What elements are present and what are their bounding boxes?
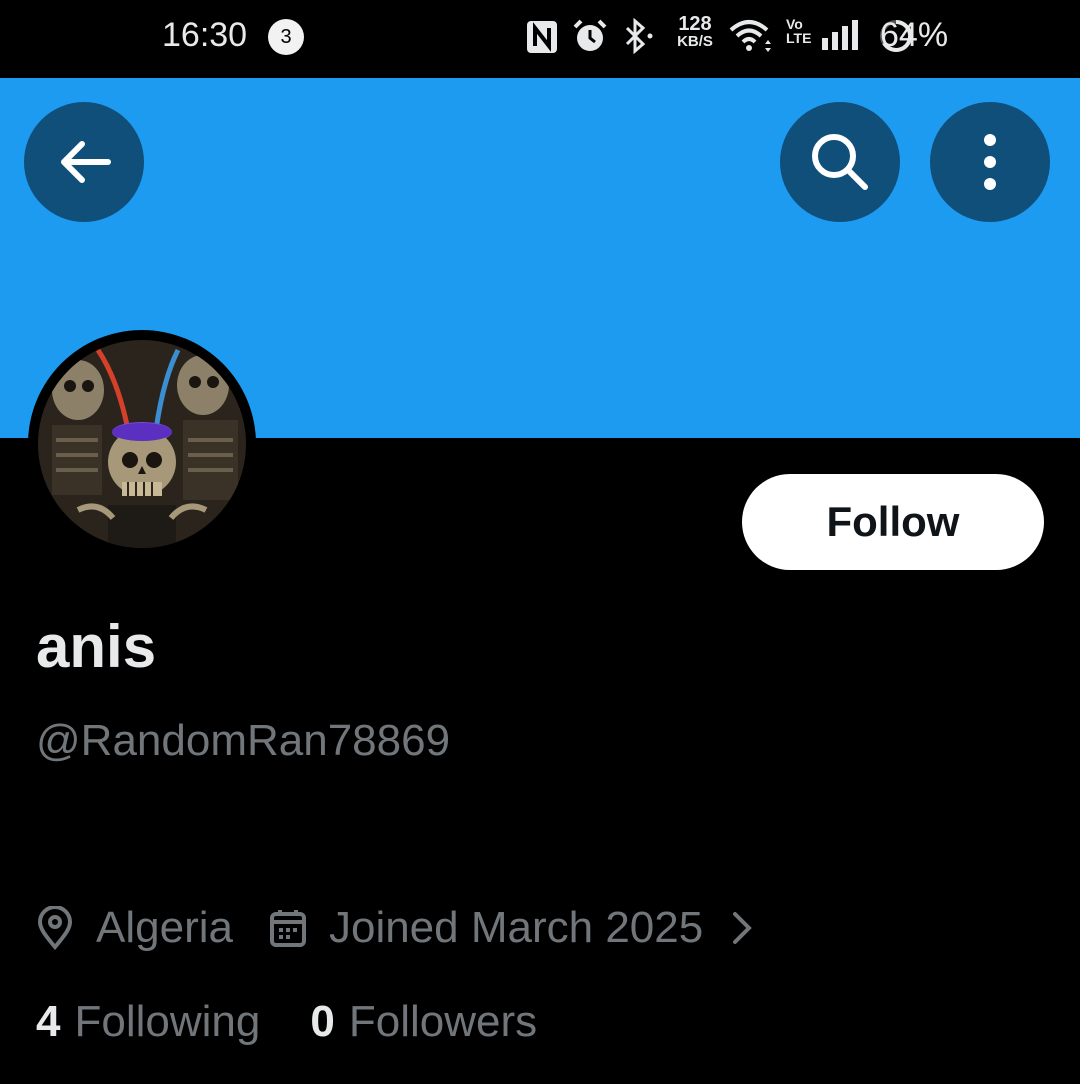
status-icons: 128 KB/S Vo LTE 64% [520,0,1080,78]
bluetooth-icon [625,18,653,54]
follow-stats: 4 Following 0 Followers [36,994,537,1050]
notification-count-badge: 3 [268,19,304,55]
status-time: 16:30 [162,16,248,54]
search-icon [812,134,868,190]
followers-label[interactable]: Followers [349,997,537,1047]
network-speed-value: 128 [678,13,712,35]
volte-indicator: Vo LTE [786,17,811,45]
signal-icon [822,20,858,50]
join-date-text: Joined March 2025 [328,903,704,952]
search-button[interactable] [780,102,900,222]
battery-percent: 64% [880,16,949,54]
location-text: Algeria [96,903,233,952]
calendar-icon [269,910,306,947]
status-bar: 16:30 3 128 KB/S Vo LTE 64% [0,0,1080,78]
skeleton-avatar-art [38,340,246,548]
following-count[interactable]: 4 [36,997,60,1047]
location-pin-icon [37,906,73,950]
followers-count[interactable]: 0 [310,997,334,1047]
arrow-left-icon [61,141,111,183]
follow-button[interactable]: Follow [742,474,1044,570]
profile-avatar[interactable] [28,330,256,558]
avatar-image [38,340,246,548]
chevron-right-icon[interactable] [731,910,753,946]
more-vertical-icon [984,134,996,190]
wifi-icon [729,20,771,52]
user-handle: @RandomRan78869 [36,716,451,765]
back-button[interactable] [24,102,144,222]
volte-bottom: LTE [786,30,812,46]
profile-meta: Algeria Joined March 2025 [36,900,775,956]
network-speed-unit: KB/S [677,33,713,50]
nfc-icon [527,21,557,53]
more-options-button[interactable] [930,102,1050,222]
alarm-icon [573,19,607,51]
location: Algeria [36,903,233,953]
following-label[interactable]: Following [74,997,260,1047]
network-speed: 128 KB/S [670,14,720,49]
display-name: anis [36,613,157,680]
join-date[interactable]: Joined March 2025 [269,903,775,953]
